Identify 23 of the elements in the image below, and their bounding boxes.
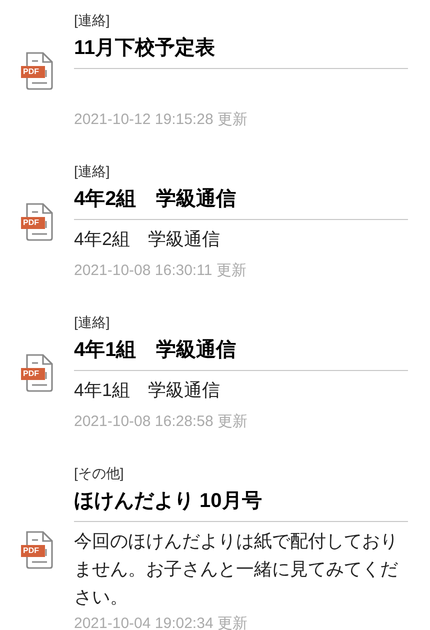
file-type-label: PDF <box>21 217 45 229</box>
file-type-label: PDF <box>21 368 45 380</box>
notice-title: 11月下校予定表 <box>74 37 216 59</box>
category-label: [連絡] <box>74 313 111 332</box>
notice-item[interactable]: PDF [その他] ほけんだより 10月号 今回のほけんだよりは紙で配付しておりません。お子さんと一緒に見てみてください。 2021-10-04 19:02:34 更新 <box>0 434 430 630</box>
notice-title: 4年2組 学級通信 <box>74 188 236 210</box>
category-label: [その他] <box>74 464 125 483</box>
file-type-label: PDF <box>21 66 45 78</box>
notice-item[interactable]: PDF [連絡] 4年1組 学級通信 4年1組 学級通信 2021-10-08 16:28:58 更新 <box>0 283 430 434</box>
updated-time: 2021-10-12 19:15:28 更新 <box>74 110 248 130</box>
notice-body: 今回のほけんだよりは紙で配付しておりません。お子さんと一緒に見てみてください。 <box>74 530 399 609</box>
notice-item[interactable]: PDF [連絡] 11月下校予定表 2021-10-12 19:15:28 更新 <box>0 0 430 132</box>
category-label: [連絡] <box>74 162 111 181</box>
notice-body: 4年2組 学級通信 <box>74 228 222 251</box>
notice-title: 4年1組 学級通信 <box>74 339 236 361</box>
updated-time: 2021-10-04 19:02:34 更新 <box>74 614 248 630</box>
notice-title: ほけんだより 10月号 <box>74 490 262 512</box>
updated-time: 2021-10-08 16:28:58 更新 <box>74 412 248 432</box>
notice-body: 4年1組 学級通信 <box>74 379 222 402</box>
notice-item[interactable]: PDF [連絡] 4年2組 学級通信 4年2組 学級通信 2021-10-08 16:30:11 更新 <box>0 132 430 283</box>
updated-time: 2021-10-08 16:30:11 更新 <box>74 261 248 281</box>
file-type-label: PDF <box>21 544 45 556</box>
category-label: [連絡] <box>74 11 111 30</box>
